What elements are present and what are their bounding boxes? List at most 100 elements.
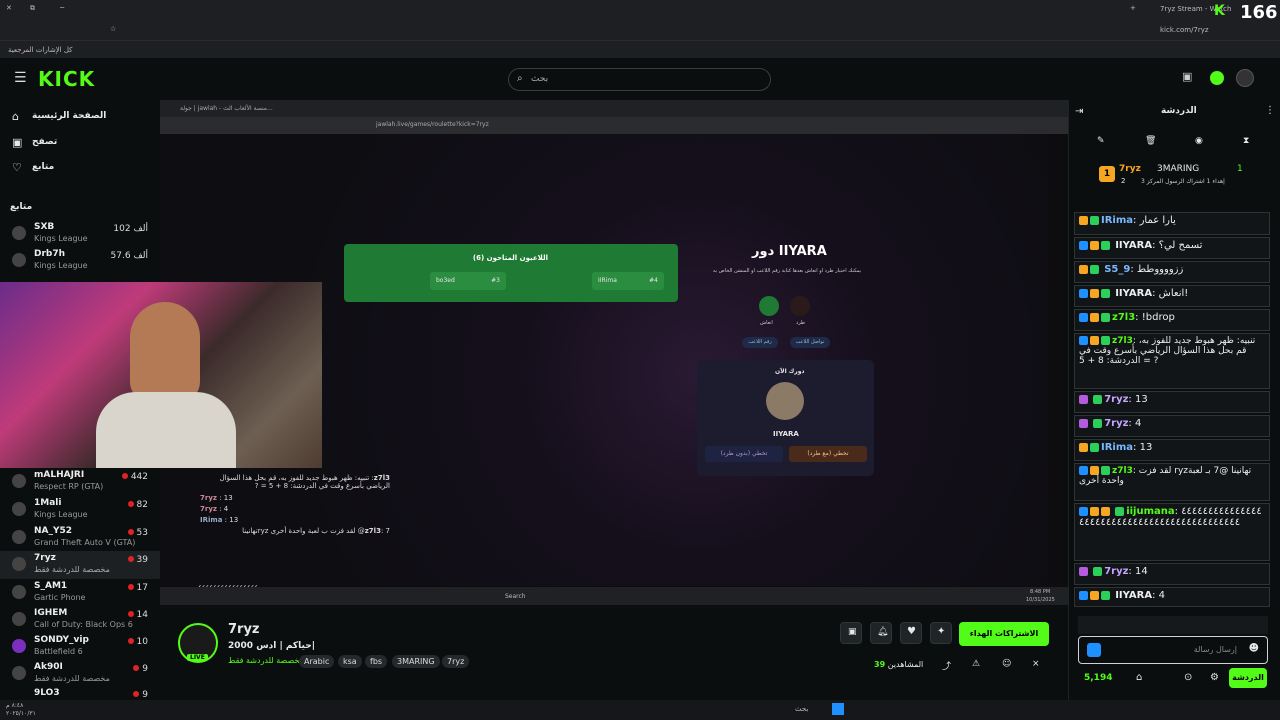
users-icon[interactable]: ☺ [1002, 659, 1011, 669]
leaderboard-name[interactable]: 7ryz [1119, 164, 1141, 174]
chat-message[interactable]: 7ryz: 4 [1074, 415, 1270, 437]
player-card: IIRima #4 [592, 272, 664, 290]
chat-bubble-icon[interactable]: ◉ [1195, 136, 1203, 146]
chat-message[interactable]: IIYARA: تسمح لي؟ [1074, 237, 1270, 259]
stream-tag[interactable]: 7ryz [442, 655, 470, 668]
hourglass-icon[interactable]: ⧗ [1243, 136, 1249, 146]
star-icon[interactable]: ☆ [110, 25, 116, 33]
stream-tag[interactable]: fbs [365, 655, 388, 668]
search-bar[interactable]: ⌕ بحث [508, 68, 771, 91]
chat-settings-icon[interactable]: ⊙ [1184, 672, 1192, 683]
shop-icon[interactable]: ⌂ [1136, 672, 1142, 683]
sidebar-item-label: متابع [32, 162, 55, 172]
chat-text: انعاش! [1158, 288, 1189, 299]
chat-message[interactable]: 7ryz: 13 [1074, 391, 1270, 413]
chat-username[interactable]: IIYARA [1115, 240, 1152, 251]
chat-message[interactable]: z7l3: !bdrop [1074, 309, 1270, 331]
channel-item[interactable]: 9LO3 9 [0, 686, 160, 700]
subscribe-button[interactable]: الاشتراكات الهداء [959, 622, 1049, 646]
emoji-icon[interactable]: ☻ [1249, 643, 1259, 654]
more-icon[interactable]: ⋮ [1265, 105, 1275, 116]
channel-item[interactable]: SONDY_vip Battlefield 6 10 [0, 633, 160, 661]
chat-message[interactable]: IIYARA: انعاش! [1074, 285, 1270, 307]
restore-icon[interactable]: ⧉ [30, 4, 35, 13]
skip-with-kick-button[interactable]: تخطي (مع طرد) [789, 446, 867, 462]
chat-username[interactable]: 7ryz [1104, 566, 1128, 577]
notify-button[interactable]: 🔔︎ [870, 622, 892, 644]
revive-option[interactable] [759, 296, 779, 316]
report-icon[interactable]: ⚠ [972, 659, 980, 669]
chat-username[interactable]: 7ryz [1104, 394, 1128, 405]
collapse-chat-icon[interactable]: ⇥ [1075, 106, 1083, 117]
skip-without-kick-button[interactable]: تخطي (بدون طرد) [705, 446, 783, 462]
channel-item[interactable]: SXB Kings League 102 ألف [0, 220, 160, 248]
pin-icon[interactable]: ✎ [1097, 136, 1105, 146]
windows-start-icon[interactable] [832, 703, 844, 715]
chat-input-box[interactable]: إرسال رسالة ☻ [1078, 636, 1268, 664]
avatar[interactable] [1236, 69, 1254, 87]
channel-item[interactable]: S_AM1 Gartic Phone 17 [0, 579, 160, 607]
trash-icon[interactable]: 🗑︎ [1145, 136, 1156, 146]
channel-item[interactable]: mALHAJRI Respect RP (GTA) 442 [0, 468, 160, 496]
chat-username[interactable]: iijumana [1126, 506, 1174, 517]
mute-icon[interactable]: ⨯ [1032, 659, 1040, 669]
bookmarks-label[interactable]: كل الإشارات المرجعية [8, 46, 73, 54]
search-input[interactable]: بحث [531, 74, 548, 84]
leaderboard-name[interactable]: 3MARING [1157, 164, 1199, 174]
chat-username[interactable]: z7l3 [1112, 336, 1133, 346]
chat-username[interactable]: 7ryz [1104, 418, 1128, 429]
channel-item-active[interactable]: 7ryz مخصصة للدردشة فقط 39 [0, 551, 160, 579]
chat-username[interactable]: IIYARA [1115, 288, 1152, 299]
emote-bar[interactable] [1078, 616, 1268, 634]
streamer-name[interactable]: 7ryz [228, 622, 260, 637]
stream-tag[interactable]: ksa [338, 655, 362, 668]
chat-username[interactable]: S5_9 [1104, 264, 1130, 275]
url-text[interactable]: kick.com/7ryz [1160, 26, 1209, 34]
chat-message[interactable]: z7l3: تنبيه: ظهر هبوط جديد للفوز به، قم … [1074, 333, 1270, 389]
chat-username[interactable]: IRima [1101, 215, 1133, 226]
new-tab-icon[interactable]: + [1130, 4, 1136, 12]
live-dot [127, 501, 134, 507]
channel-item[interactable]: Ak90I مخصصة للدردشة فقط 9 [0, 660, 160, 688]
chat-message[interactable]: IIYARA: 4 [1074, 587, 1270, 607]
stream-tag[interactable]: 3MARING [392, 655, 440, 668]
chat-username[interactable]: IIYARA [1115, 590, 1152, 601]
follow-button[interactable]: ♥ [900, 622, 922, 644]
channel-item[interactable]: Drb7h Kings League 57.6 ألف [0, 247, 160, 275]
chat-message[interactable]: iijumana: ٤٤٤٤٤٤٤٤٤٤٤٤٤٤٤٤٤٤٤٤٤٤٤٤٤٤٤٤٤٤… [1074, 503, 1270, 561]
channel-item[interactable]: NA_Y52 Grand Theft Auto V (GTA) 53 [0, 524, 160, 552]
channel-item[interactable]: 1Mali Kings League 82 [0, 496, 160, 524]
chat-emote-icon[interactable] [1087, 643, 1101, 657]
taskbar-search[interactable]: بحث [795, 705, 808, 713]
chat-username[interactable]: IRima [1101, 442, 1133, 453]
sidebar-item-following[interactable]: ♡ متابع [12, 161, 152, 177]
gear-icon[interactable]: ⚙ [1210, 672, 1219, 683]
chat-username[interactable]: z7l3 [1112, 466, 1133, 476]
send-chat-button[interactable]: الدردشة [1229, 668, 1267, 688]
chat-input[interactable]: إرسال رسالة [1194, 645, 1237, 654]
points-count[interactable]: 5,194 [1084, 673, 1112, 683]
close-icon[interactable]: ✕ [6, 4, 12, 12]
sidebar-item-browse[interactable]: ▣ تصفح [12, 136, 152, 152]
chat-username[interactable]: z7l3 [1112, 312, 1135, 323]
kick-option[interactable] [790, 296, 810, 316]
gift-button[interactable]: ✦ [930, 622, 952, 644]
menu-icon[interactable]: ☰ [14, 70, 27, 86]
mod-badge [1079, 240, 1088, 250]
stream-category[interactable]: مخصصة للدردشة فقط [228, 656, 304, 665]
gift-icon[interactable]: ▣ [1182, 70, 1192, 83]
chat-message[interactable]: 7ryz: 14 [1074, 563, 1270, 585]
clip-button[interactable]: ▣ [840, 622, 862, 644]
minimize-icon[interactable]: ─ [60, 4, 64, 12]
kick-logo[interactable]: KICK [38, 67, 95, 91]
share-icon[interactable]: ⤴ [942, 659, 951, 672]
stream-tag[interactable]: Arabic [299, 655, 335, 668]
address-bar[interactable]: ☆ kick.com/7ryz [0, 20, 1280, 40]
kick-points-icon[interactable] [1210, 71, 1224, 85]
channel-item[interactable]: IGHEM Call of Duty: Black Ops 6 14 [0, 606, 160, 634]
sidebar-item-home[interactable]: ⌂ الصفحة الرئيسية [12, 110, 152, 126]
chat-message[interactable]: IRima: يارا عمار [1074, 212, 1270, 235]
chat-message[interactable]: IRima: 13 [1074, 439, 1270, 461]
chat-message[interactable]: S5_9: ززووووطط [1074, 261, 1270, 283]
chat-message[interactable]: z7l3: لقد فزت ryzتهانينا @7 بـ لعبة واحد… [1074, 463, 1270, 501]
